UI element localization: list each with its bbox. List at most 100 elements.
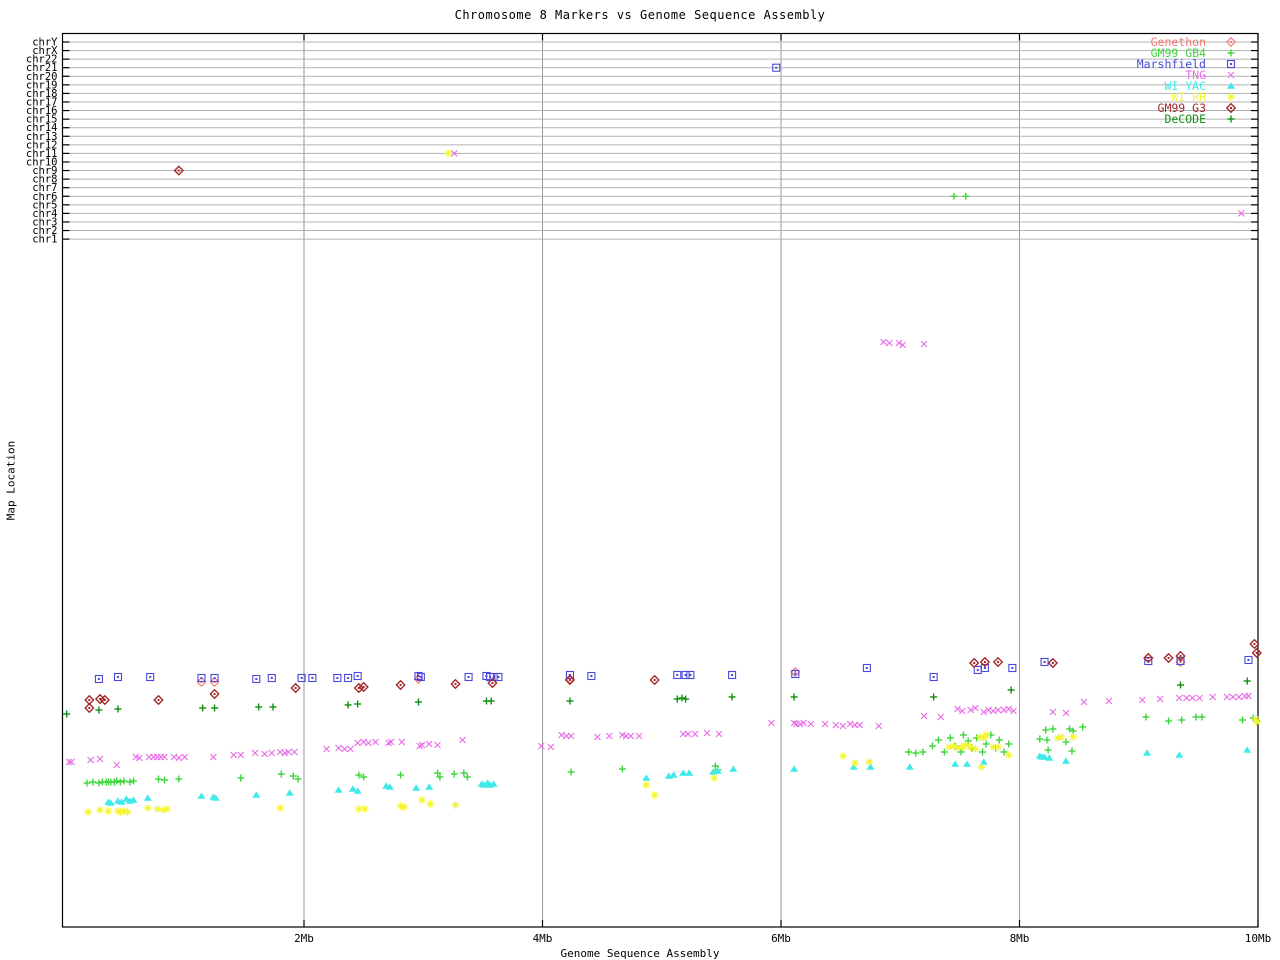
data-point-marker xyxy=(361,805,369,813)
legend-label: DeCODE xyxy=(1164,112,1206,126)
data-point-marker xyxy=(1175,694,1183,702)
data-point-marker xyxy=(567,732,575,740)
data-point-marker xyxy=(807,720,815,728)
data-point-marker xyxy=(1163,652,1174,664)
data-point-marker xyxy=(252,674,261,684)
data-point-marker xyxy=(1079,723,1087,731)
data-point-marker xyxy=(691,730,699,738)
data-point-marker xyxy=(973,665,982,675)
data-point-marker xyxy=(587,671,596,681)
data-point-marker xyxy=(635,732,643,740)
data-point-marker xyxy=(790,693,798,701)
data-point-marker xyxy=(946,734,954,742)
data-point-marker xyxy=(618,765,626,773)
data-point-marker xyxy=(1196,694,1203,702)
data-point-marker xyxy=(971,745,980,753)
data-point-marker xyxy=(566,697,574,705)
data-point-marker xyxy=(95,706,103,714)
data-point-marker xyxy=(1243,746,1252,753)
series-tng xyxy=(65,150,1252,769)
data-point-marker xyxy=(1244,655,1253,665)
data-point-marker xyxy=(928,742,936,750)
legend-marker-icon xyxy=(1227,71,1235,79)
data-point-marker xyxy=(934,736,942,744)
data-point-marker xyxy=(460,769,468,777)
data-point-marker xyxy=(995,736,1003,744)
data-point-marker xyxy=(372,738,379,746)
data-point-marker xyxy=(642,774,651,781)
data-point-marker xyxy=(308,673,317,683)
data-point-marker xyxy=(96,806,104,814)
data-point-marker xyxy=(397,771,405,779)
legend-marker-icon xyxy=(1226,59,1236,69)
data-point-marker xyxy=(285,789,294,796)
data-point-marker xyxy=(768,719,775,727)
x-tick-label: 4Mb xyxy=(533,932,553,945)
data-point-marker xyxy=(1178,716,1186,724)
data-point-marker xyxy=(487,697,495,705)
data-point-marker xyxy=(251,749,259,757)
data-point-marker xyxy=(650,791,659,799)
data-point-marker xyxy=(434,741,441,749)
data-point-marker xyxy=(87,756,94,764)
data-point-marker xyxy=(1062,709,1070,717)
data-point-marker xyxy=(451,801,460,809)
data-point-marker xyxy=(605,732,613,740)
data-point-marker xyxy=(83,779,91,787)
data-point-marker xyxy=(839,752,847,760)
series-genethon xyxy=(196,648,1262,687)
data-point-marker xyxy=(856,721,864,729)
data-point-marker xyxy=(1175,650,1186,662)
data-point-marker xyxy=(1036,735,1044,743)
data-point-marker xyxy=(160,776,168,784)
data-point-marker xyxy=(129,777,137,785)
data-point-marker xyxy=(930,693,938,701)
data-point-marker xyxy=(1105,697,1113,705)
data-point-marker xyxy=(104,807,113,815)
data-point-marker xyxy=(211,704,219,712)
data-point-marker xyxy=(1243,677,1251,685)
data-point-marker xyxy=(113,672,123,682)
data-point-marker xyxy=(126,778,134,786)
data-point-marker xyxy=(209,753,217,761)
data-point-marker xyxy=(1198,713,1206,721)
data-point-marker xyxy=(153,805,162,813)
data-point-marker xyxy=(209,688,220,700)
legend: GenethonGM99 GB4MarshfieldTNGWI YACWI RH… xyxy=(1137,35,1237,126)
data-point-marker xyxy=(276,804,284,812)
data-point-marker xyxy=(459,736,466,744)
data-point-marker xyxy=(333,673,342,683)
data-point-marker xyxy=(146,672,155,682)
data-point-marker xyxy=(862,663,871,673)
plot-area: chrYchrXchr22chr21chr20chr19chr18chr17ch… xyxy=(26,32,1271,945)
data-point-marker xyxy=(1238,716,1246,724)
data-point-marker xyxy=(547,743,555,751)
data-point-marker xyxy=(290,682,301,694)
data-point-marker xyxy=(682,695,690,703)
data-point-marker xyxy=(1176,681,1184,689)
data-point-marker xyxy=(710,774,719,782)
legend-marker-icon xyxy=(1227,82,1235,89)
data-point-marker xyxy=(821,720,829,728)
plot-frame xyxy=(61,32,1259,928)
data-point-marker xyxy=(678,694,686,702)
data-point-marker xyxy=(261,750,269,758)
data-point-marker xyxy=(418,796,426,804)
legend-marker-icon xyxy=(1227,93,1235,101)
data-point-marker xyxy=(1069,733,1077,741)
data-point-marker xyxy=(685,769,694,776)
data-point-marker xyxy=(161,753,168,761)
x-tick-label: 6Mb xyxy=(771,932,791,945)
data-point-marker xyxy=(920,340,928,348)
data-point-marker xyxy=(1062,757,1071,764)
data-point-marker xyxy=(354,739,362,747)
x-tick-label: 2Mb xyxy=(294,932,314,945)
data-point-marker xyxy=(1044,746,1052,754)
data-point-marker xyxy=(912,749,920,757)
data-point-marker xyxy=(341,745,348,753)
data-point-marker xyxy=(686,670,695,680)
data-point-marker xyxy=(181,753,189,761)
data-point-marker xyxy=(649,674,660,686)
data-point-marker xyxy=(950,192,958,200)
data-point-marker xyxy=(143,804,152,812)
